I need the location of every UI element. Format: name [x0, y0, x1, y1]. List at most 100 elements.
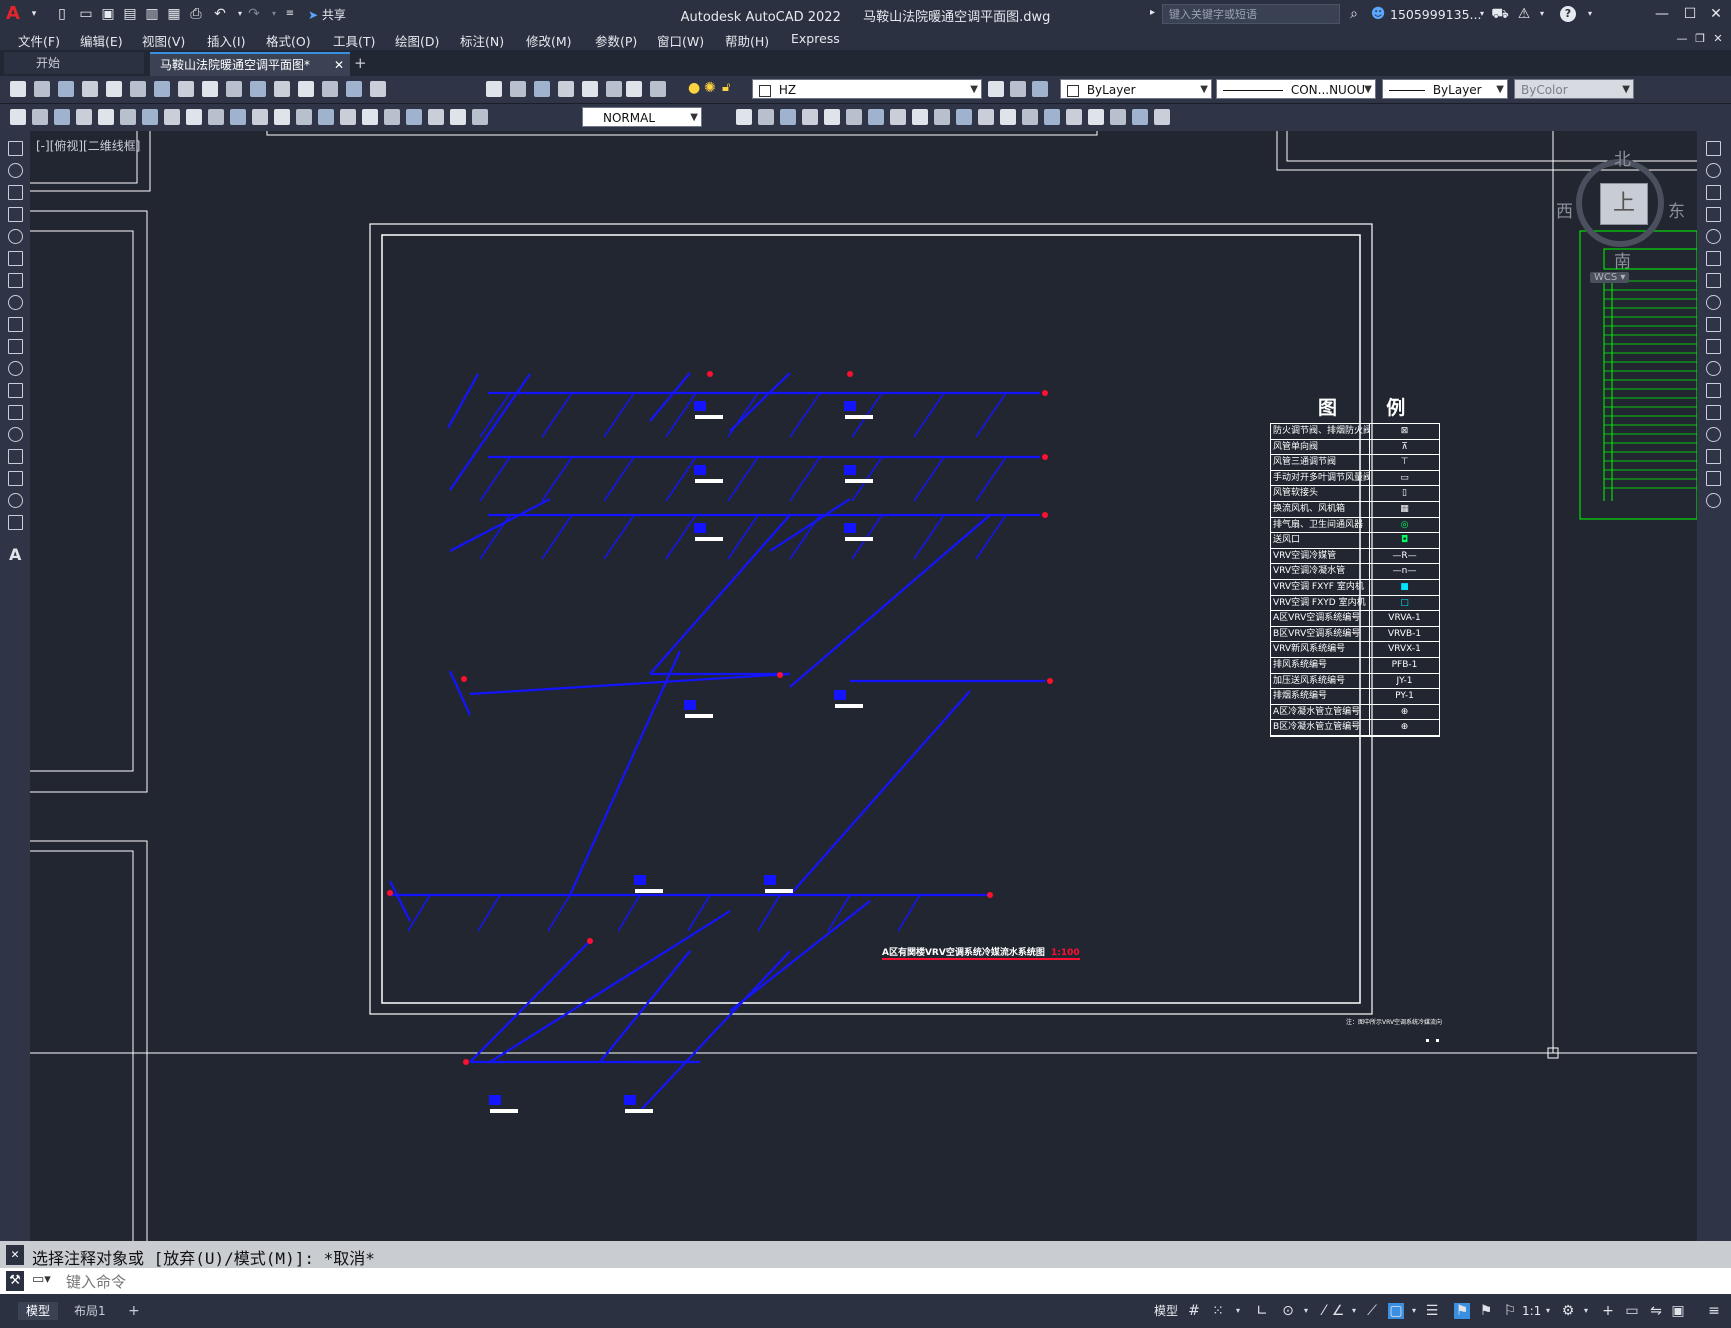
layer-dropdown[interactable]: HZ ▼ — [752, 79, 982, 99]
explode-icon[interactable] — [1044, 109, 1060, 125]
ungroup-icon[interactable] — [1088, 109, 1104, 125]
command-recent-icon[interactable]: ▭▾ — [32, 1272, 51, 1287]
explode-icon[interactable] — [1706, 493, 1721, 508]
workspace-dropdown-icon[interactable]: ▾ — [1578, 1303, 1594, 1319]
properties-icon[interactable] — [486, 81, 502, 97]
doc-minimize-icon[interactable]: — — [1672, 29, 1692, 49]
object-snap-dropdown-icon[interactable]: ▾ — [1406, 1303, 1422, 1319]
dim-style-icon[interactable] — [450, 109, 466, 125]
auto-scale-icon[interactable]: ⚑ — [1478, 1303, 1494, 1319]
hatch-icon[interactable] — [8, 449, 23, 464]
radius-dim-icon[interactable] — [98, 109, 114, 125]
layer-previous-icon[interactable] — [1010, 81, 1026, 97]
grid-icon[interactable]: # — [1186, 1303, 1202, 1319]
tab-start[interactable]: 开始 — [4, 52, 144, 74]
rotate-icon[interactable] — [1706, 273, 1721, 288]
match-properties-icon[interactable] — [226, 81, 242, 97]
viewcube[interactable]: 上 北 西 东 南 — [1556, 145, 1686, 272]
menu-insert[interactable]: 插入(I) — [207, 31, 245, 50]
object-snap-icon[interactable]: ▢ — [1388, 1303, 1404, 1319]
polygon-icon[interactable] — [8, 207, 23, 222]
markup-icon[interactable] — [582, 81, 598, 97]
mirror-icon[interactable] — [1706, 185, 1721, 200]
annotation-monitor-icon[interactable]: + — [1600, 1303, 1616, 1319]
user-name[interactable]: 1505999135... — [1390, 7, 1481, 22]
tool-palettes-icon[interactable] — [534, 81, 550, 97]
search-input[interactable]: 键入关键字或短语 — [1162, 4, 1340, 24]
linetype-dropdown[interactable]: CON...NUOU ▼ — [1216, 79, 1376, 99]
region-icon[interactable] — [8, 493, 23, 508]
revision-cloud-icon[interactable] — [8, 295, 23, 310]
extend-icon[interactable] — [1706, 361, 1721, 376]
help-dropdown-icon[interactable]: ▾ — [1580, 4, 1600, 24]
zoom-previous-icon[interactable] — [370, 81, 386, 97]
make-block-icon[interactable] — [8, 405, 23, 420]
compass-north[interactable]: 北 — [1614, 145, 1631, 170]
array-icon[interactable] — [1706, 229, 1721, 244]
polar-dropdown-icon[interactable]: ▾ — [1298, 1303, 1314, 1319]
tab-layout1[interactable]: 布局1 — [66, 1302, 114, 1320]
wcs-menu[interactable]: WCS ▾ — [1590, 272, 1630, 283]
tab-close-icon[interactable]: ✕ — [334, 54, 344, 76]
break-at-point-icon[interactable] — [1706, 383, 1721, 398]
save-icon[interactable] — [58, 81, 74, 97]
close-window-icon[interactable]: ✕ — [1706, 4, 1726, 24]
menu-file[interactable]: 文件(F) — [18, 31, 60, 50]
break-icon[interactable] — [1706, 405, 1721, 420]
model-space-button[interactable]: 模型 — [1146, 1302, 1186, 1320]
arc-icon[interactable] — [8, 251, 23, 266]
layer-freeze-icon[interactable]: ✺ — [704, 80, 716, 96]
annotation-scale-dropdown-icon[interactable]: ▾ — [1540, 1303, 1556, 1319]
customize-status-icon[interactable]: ≡ — [1706, 1303, 1722, 1319]
dim-text-edit-icon[interactable] — [406, 109, 422, 125]
point-icon[interactable] — [8, 427, 23, 442]
zoom-window-icon[interactable] — [346, 81, 362, 97]
help-icon[interactable] — [626, 81, 642, 97]
move-icon[interactable] — [824, 109, 840, 125]
pan-icon[interactable] — [298, 81, 314, 97]
construction-line-icon[interactable] — [8, 163, 23, 178]
osnap-dropdown-icon[interactable]: ▾ — [1346, 1303, 1362, 1319]
join-icon[interactable] — [1706, 427, 1721, 442]
layer-properties-icon[interactable] — [650, 81, 666, 97]
search-icon[interactable]: ⌕ — [1344, 4, 1364, 24]
ordinate-dim-icon[interactable] — [76, 109, 92, 125]
dim-update-icon[interactable] — [428, 109, 444, 125]
chamfer-icon[interactable] — [1706, 449, 1721, 464]
layer-on-icon[interactable]: ● — [688, 80, 700, 96]
menu-window[interactable]: 窗口(W) — [657, 31, 704, 50]
maximize-window-icon[interactable]: ☐ — [1680, 4, 1700, 24]
user-dropdown-icon[interactable]: ▾ — [1472, 4, 1492, 24]
command-close-icon[interactable]: ✕ — [6, 1245, 24, 1265]
quick-properties-icon[interactable]: ⇋ — [1648, 1303, 1664, 1319]
break-icon[interactable] — [956, 109, 972, 125]
continue-dim-icon[interactable] — [230, 109, 246, 125]
inspect-icon[interactable] — [340, 109, 356, 125]
copy-icon[interactable] — [178, 81, 194, 97]
snap-icon[interactable]: ⁙ — [1210, 1303, 1226, 1319]
jogged-dim-icon[interactable] — [120, 109, 136, 125]
trim-icon[interactable] — [1706, 339, 1721, 354]
command-input[interactable]: 键入命令 — [66, 1271, 1666, 1292]
cut-icon[interactable] — [154, 81, 170, 97]
fillet-icon[interactable] — [1022, 109, 1038, 125]
menu-parametric[interactable]: 参数(P) — [595, 31, 637, 50]
compass-south[interactable]: 南 — [1614, 247, 1631, 272]
make-current-icon[interactable] — [988, 81, 1004, 97]
polar-icon[interactable]: ⊙ — [1280, 1303, 1296, 1319]
command-customize-icon[interactable]: ⚒ — [6, 1271, 24, 1291]
move-icon[interactable] — [1706, 251, 1721, 266]
menu-tools[interactable]: 工具(T) — [333, 31, 375, 50]
menu-draw[interactable]: 绘图(D) — [395, 31, 439, 50]
rectangle-icon[interactable] — [8, 229, 23, 244]
scale-icon[interactable] — [868, 109, 884, 125]
join-icon[interactable] — [978, 109, 994, 125]
lineweight-dropdown[interactable]: ByLayer ▼ — [1382, 79, 1508, 99]
copy-obj-icon[interactable] — [736, 109, 752, 125]
lineweight-icon[interactable]: ☰ — [1424, 1303, 1440, 1319]
gradient-icon[interactable] — [8, 471, 23, 486]
plot-preview-icon[interactable] — [106, 81, 122, 97]
linear-dim-icon[interactable] — [10, 109, 26, 125]
offset-icon[interactable] — [780, 109, 796, 125]
publish-icon[interactable] — [130, 81, 146, 97]
